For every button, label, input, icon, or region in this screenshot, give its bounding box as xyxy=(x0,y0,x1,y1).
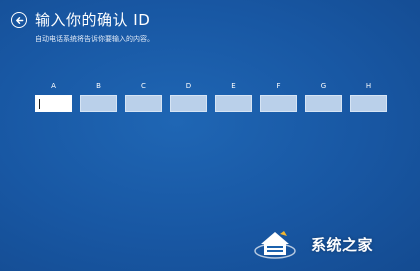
text-cursor xyxy=(39,99,40,109)
field-label-a: A xyxy=(51,82,56,90)
id-field-b[interactable] xyxy=(80,95,117,112)
xitong-house-logo-icon xyxy=(254,231,296,259)
field-label-c: C xyxy=(141,82,146,90)
id-field-a[interactable] xyxy=(35,95,72,112)
field-label-g: G xyxy=(320,82,327,90)
back-arrow-icon xyxy=(15,16,23,24)
id-field-h[interactable] xyxy=(350,95,387,112)
page-subtitle: 自动电话系统将告诉你要输入的内容。 xyxy=(35,35,154,43)
page-title: 输入你的确认 ID xyxy=(35,11,151,29)
id-field-d[interactable] xyxy=(170,95,207,112)
watermark-text: 系统之家 xyxy=(311,235,374,254)
field-label-e: E xyxy=(231,82,236,90)
id-field-g[interactable] xyxy=(305,95,342,112)
field-label-f: F xyxy=(276,82,281,90)
field-label-h: H xyxy=(365,82,372,90)
id-field-c[interactable] xyxy=(125,95,162,112)
watermark: 系统之家 xyxy=(253,226,413,262)
id-field-e[interactable] xyxy=(215,95,252,112)
confirmation-id-page: 输入你的确认 ID 自动电话系统将告诉你要输入的内容。 A B C D E F … xyxy=(0,0,420,271)
field-label-d: D xyxy=(185,82,192,90)
field-label-b: B xyxy=(96,82,101,90)
id-field-f[interactable] xyxy=(260,95,297,112)
back-button[interactable] xyxy=(11,12,27,28)
